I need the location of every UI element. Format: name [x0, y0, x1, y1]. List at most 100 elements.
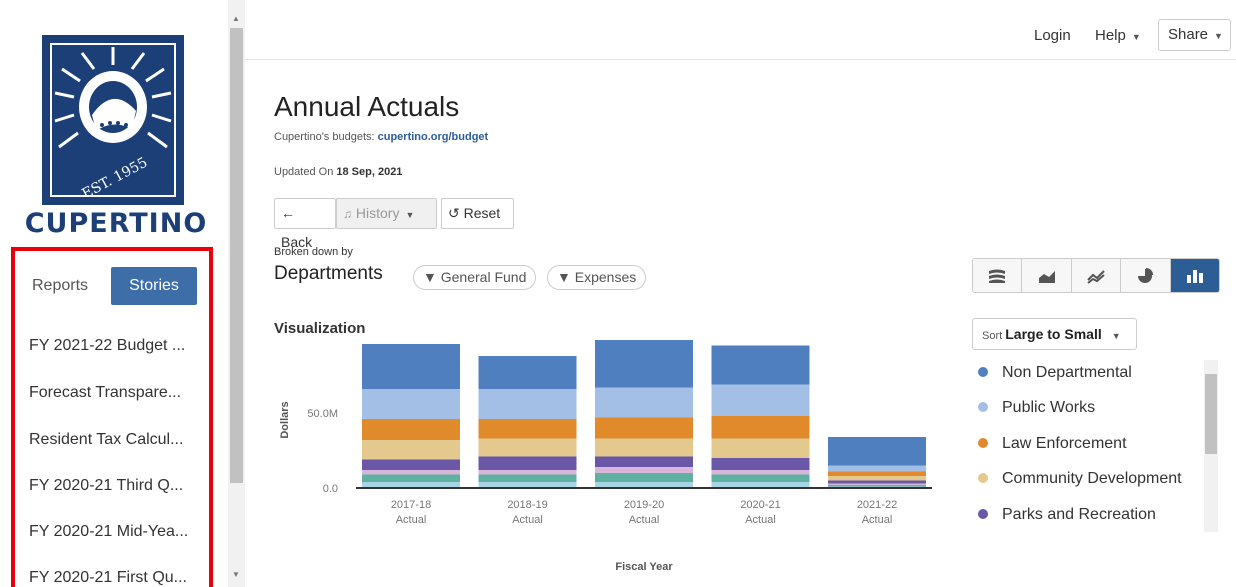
- chart-type-toolbar: [972, 258, 1220, 293]
- legend-dot: [978, 472, 988, 483]
- bar-segment[interactable]: [828, 465, 926, 472]
- filter-icon: ▼: [423, 269, 437, 285]
- seal-icon: EST. 1955: [54, 47, 172, 202]
- scroll-up-icon[interactable]: ▲: [232, 14, 240, 23]
- sort-select[interactable]: Sort Large to Small ▼: [972, 318, 1137, 350]
- legend-dot: [978, 508, 988, 519]
- bar-segment[interactable]: [595, 473, 693, 482]
- dimension-title[interactable]: Departments: [274, 263, 383, 285]
- bar-segment[interactable]: [362, 440, 460, 460]
- legend-label: Community Development: [1002, 470, 1182, 487]
- legend-item[interactable]: Community Development: [978, 470, 1182, 488]
- bar-segment[interactable]: [362, 459, 460, 471]
- bar-segment[interactable]: [595, 438, 693, 457]
- bar-segment[interactable]: [478, 389, 577, 419]
- legend-label: Law Enforcement: [1002, 435, 1127, 452]
- chevron-down-icon: ▼: [1214, 31, 1223, 41]
- bar-segment[interactable]: [828, 437, 926, 466]
- broken-down-label: Broken down by: [274, 246, 353, 258]
- x-tick-label: 2021-22: [857, 499, 897, 511]
- login-link[interactable]: Login: [1034, 27, 1071, 44]
- sort-value: Large to Small: [1005, 326, 1102, 342]
- bar-segment[interactable]: [711, 458, 810, 470]
- legend-item[interactable]: Parks and Recreation: [978, 506, 1156, 524]
- x-tick-label: 2017-18: [391, 499, 431, 511]
- bar-segment[interactable]: [478, 470, 577, 475]
- legend-item[interactable]: Law Enforcement: [978, 435, 1127, 453]
- page-scrollbar[interactable]: ▲ ▼: [228, 0, 245, 587]
- bar-segment[interactable]: [828, 485, 926, 487]
- bar-segment[interactable]: [828, 483, 926, 486]
- pie-chart-button[interactable]: [1121, 259, 1171, 292]
- tab-stories[interactable]: Stories: [111, 267, 197, 305]
- bar-segment[interactable]: [362, 470, 460, 475]
- legend-dot: [978, 366, 988, 377]
- bar-segment[interactable]: [595, 456, 693, 468]
- help-label: Help: [1095, 27, 1126, 44]
- x-tick-label: 2019-20: [624, 499, 664, 511]
- story-item[interactable]: Resident Tax Calcul...: [29, 431, 183, 449]
- bar-segment[interactable]: [711, 384, 810, 417]
- reset-icon: ↺: [448, 205, 460, 221]
- bar-segment[interactable]: [478, 438, 577, 457]
- bar-chart-button[interactable]: [1170, 259, 1219, 292]
- bar-segment[interactable]: [595, 340, 693, 388]
- story-item[interactable]: Forecast Transpare...: [29, 384, 181, 402]
- bar-segment[interactable]: [595, 467, 693, 473]
- help-menu[interactable]: Help ▼: [1095, 27, 1141, 44]
- chevron-down-icon: ▼: [1111, 331, 1121, 341]
- legend-dot: [978, 401, 988, 412]
- history-button[interactable]: ♫ History ▼: [336, 198, 437, 229]
- bar-segment[interactable]: [595, 417, 693, 439]
- sort-prefix: Sort: [982, 330, 1003, 342]
- bar-segment[interactable]: [711, 474, 810, 483]
- budget-link[interactable]: cupertino.org/budget: [378, 131, 489, 143]
- story-item[interactable]: FY 2020-21 Third Q...: [29, 477, 183, 495]
- bar-segment[interactable]: [362, 344, 460, 389]
- bar-segment[interactable]: [362, 474, 460, 483]
- story-item[interactable]: FY 2021-22 Budget ...: [29, 337, 185, 355]
- bar-segment[interactable]: [711, 416, 810, 439]
- bar-segment[interactable]: [478, 356, 577, 389]
- bar-segment[interactable]: [711, 345, 810, 385]
- stream-chart-button[interactable]: [973, 259, 1023, 292]
- filter-general-fund[interactable]: ▼ General Fund: [413, 265, 537, 290]
- legend-scrollbar[interactable]: [1204, 360, 1218, 532]
- reset-label: Reset: [463, 205, 501, 221]
- bar-segment[interactable]: [828, 471, 926, 477]
- legend-item[interactable]: Public Works: [978, 399, 1095, 417]
- filter-expenses[interactable]: ▼ Expenses: [547, 265, 647, 290]
- bar-segment[interactable]: [478, 419, 577, 439]
- bar-segment[interactable]: [711, 470, 810, 475]
- story-item[interactable]: FY 2020-21 First Qu...: [29, 569, 187, 587]
- legend-label: Non Departmental: [1002, 364, 1132, 381]
- tab-reports[interactable]: Reports: [32, 267, 88, 305]
- visualization-label: Visualization: [274, 320, 366, 337]
- cupertino-logo[interactable]: EST. 1955: [42, 35, 184, 205]
- filter-label: General Fund: [440, 269, 527, 285]
- scroll-thumb[interactable]: [230, 28, 243, 483]
- history-label: History: [355, 205, 400, 221]
- bar-segment[interactable]: [478, 474, 577, 483]
- bar-segment[interactable]: [828, 480, 926, 484]
- bar-segment[interactable]: [595, 387, 693, 418]
- x-tick-sublabel: Actual: [396, 514, 427, 526]
- area-chart-button[interactable]: [1022, 259, 1072, 292]
- legend-scroll-thumb[interactable]: [1205, 374, 1217, 454]
- bar-segment[interactable]: [828, 476, 926, 481]
- line-chart-button[interactable]: [1071, 259, 1122, 292]
- share-button[interactable]: Share ▼: [1158, 19, 1231, 51]
- reset-button[interactable]: ↺ Reset: [441, 198, 514, 229]
- bar-segment[interactable]: [362, 419, 460, 440]
- bar-segment[interactable]: [362, 389, 460, 419]
- x-tick-label: 2020-21: [740, 499, 780, 511]
- legend-item[interactable]: Non Departmental: [978, 364, 1132, 382]
- bar-segment[interactable]: [711, 438, 810, 459]
- back-button[interactable]: ← Back: [274, 198, 336, 250]
- y-tick-label: 50.0M: [307, 408, 338, 420]
- line-chart-icon: [1087, 269, 1105, 284]
- arrow-left-icon: ←: [281, 205, 295, 221]
- bar-segment[interactable]: [478, 456, 577, 471]
- scroll-down-icon[interactable]: ▼: [232, 570, 240, 579]
- story-item[interactable]: FY 2020-21 Mid-Yea...: [29, 523, 188, 541]
